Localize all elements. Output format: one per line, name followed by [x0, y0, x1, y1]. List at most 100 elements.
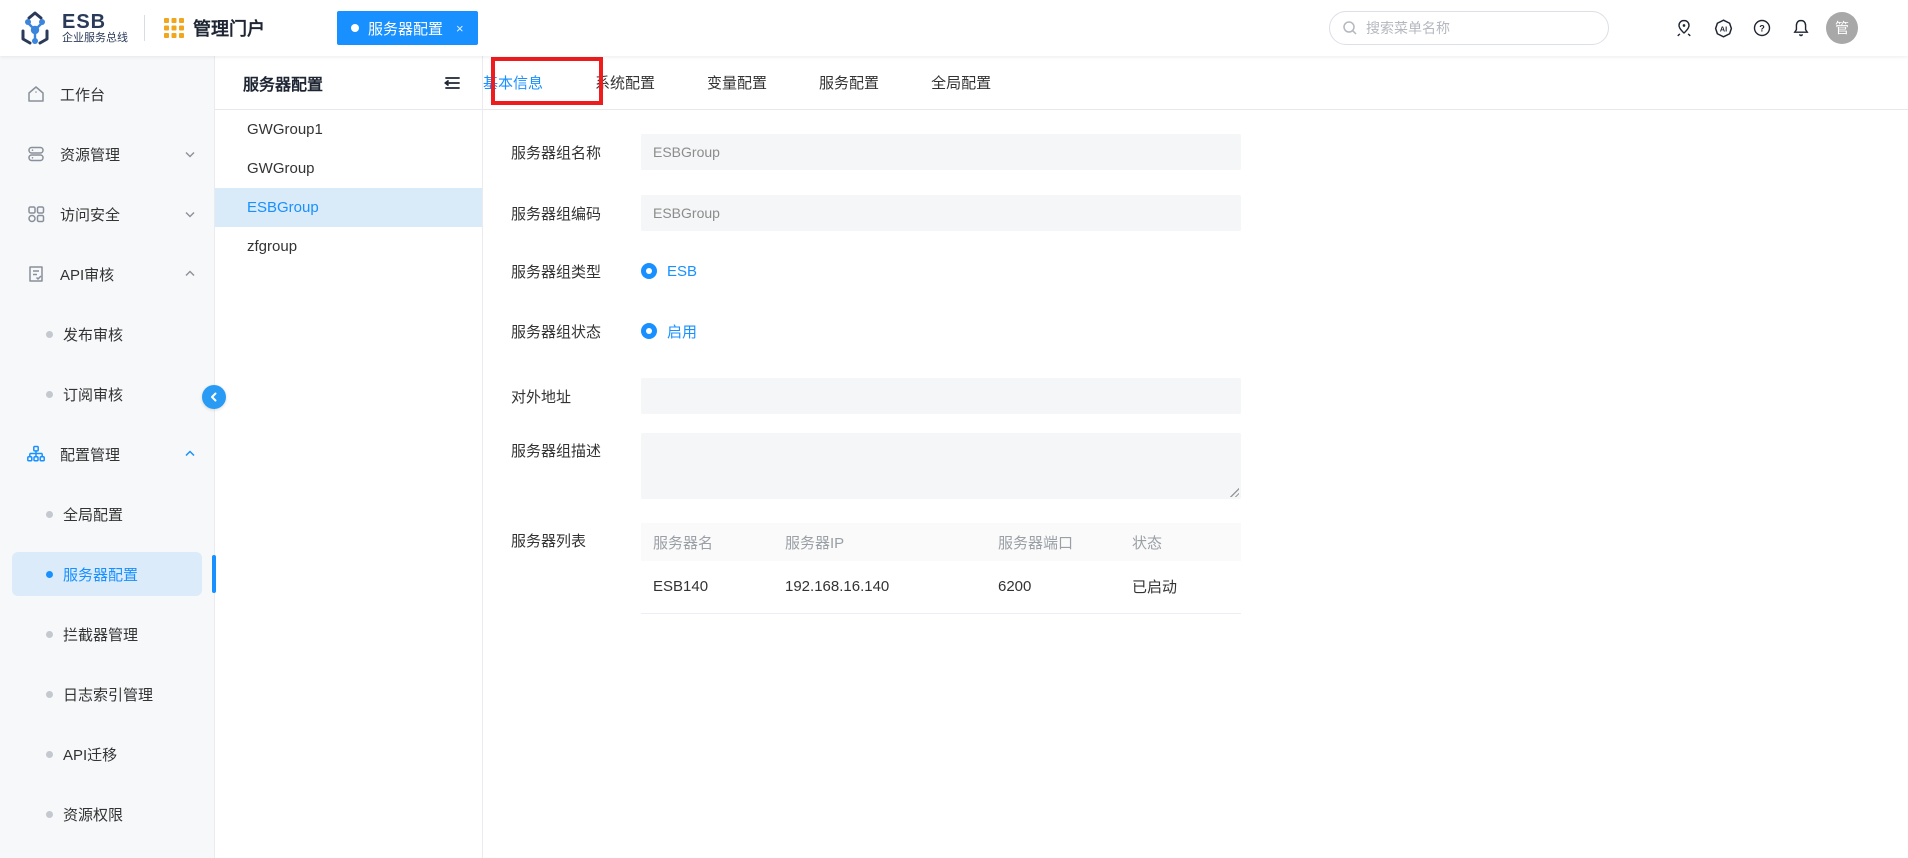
group-item-zfgroup[interactable]: zfgroup: [215, 227, 482, 266]
location-icon[interactable]: [1673, 17, 1695, 39]
sidebar-item-server-config[interactable]: 服务器配置: [12, 552, 216, 596]
cell-server-ip: 192.168.16.140: [773, 561, 986, 614]
header-icon-group: AI ?: [1673, 17, 1812, 39]
sidebar-collapse-button[interactable]: [202, 385, 226, 409]
group-label: GWGroup: [247, 160, 315, 177]
sidebar-item-api-audit[interactable]: API审核: [0, 252, 214, 296]
sidebar-item-resource-permission[interactable]: 资源权限: [12, 792, 202, 836]
col-server-port: 服务器端口: [986, 523, 1120, 561]
sidebar-item-interceptor-management[interactable]: 拦截器管理: [12, 612, 202, 656]
field-label: 服务器组类型: [511, 263, 602, 281]
sidebar-item-publish-audit[interactable]: 发布审核: [12, 312, 202, 356]
panel-header: 服务器配置: [215, 56, 482, 110]
group-description-textarea[interactable]: [641, 433, 1241, 499]
form-row-group-status: 服务器组状态 启用: [511, 316, 1908, 346]
window-tab-server-config[interactable]: 服务器配置 ×: [337, 11, 478, 45]
form-row-group-code: 服务器组编码: [511, 195, 1908, 231]
form-row-external-address: 对外地址: [511, 378, 1908, 414]
sidebar-label: 工作台: [60, 86, 106, 104]
group-code-input[interactable]: [641, 195, 1241, 231]
cell-server-name: ESB140: [641, 561, 773, 614]
tab-global-config[interactable]: 全局配置: [931, 72, 991, 93]
group-label: zfgroup: [247, 238, 298, 255]
home-icon: [26, 84, 46, 104]
col-status: 状态: [1120, 523, 1241, 561]
bullet-dot-icon: [46, 750, 53, 758]
svg-text:AI: AI: [1719, 24, 1726, 33]
help-icon[interactable]: ?: [1751, 17, 1773, 39]
group-item-esbgroup[interactable]: ESBGroup: [215, 188, 482, 227]
external-address-input[interactable]: [641, 378, 1241, 414]
field-label: 服务器列表: [511, 533, 587, 550]
sidebar-item-access-security[interactable]: 访问安全: [0, 192, 214, 236]
tab-service-config[interactable]: 服务配置: [819, 72, 879, 93]
document-check-icon: [26, 264, 46, 284]
sidebar-item-api-migration[interactable]: API迁移: [12, 732, 202, 776]
window-tab-label: 服务器配置: [368, 20, 444, 38]
sidebar-item-workbench[interactable]: 工作台: [0, 72, 214, 116]
header-divider: [144, 15, 145, 41]
table-row: ESB140 192.168.16.140 6200 已启动: [641, 561, 1241, 614]
cell-server-port: 6200: [986, 561, 1120, 614]
tab-variable-config[interactable]: 变量配置: [707, 72, 767, 93]
sidebar-sub-label: 发布审核: [63, 326, 124, 344]
top-bar: ESB 企业服务总线 管理门户 服务器配置 × 搜索菜单名称 AI ? 管: [0, 0, 1908, 56]
chevron-up-icon: [184, 448, 196, 460]
radio-option-label[interactable]: ESB: [667, 263, 697, 280]
user-avatar[interactable]: 管: [1826, 12, 1858, 44]
col-server-ip: 服务器IP: [773, 523, 986, 561]
menu-search-box[interactable]: [1329, 11, 1609, 45]
sidebar-item-global-config[interactable]: 全局配置: [12, 492, 202, 536]
form-row-group-description: 服务器组描述: [511, 433, 1908, 499]
server-stack-icon: [26, 144, 46, 164]
app-grid-icon: [26, 204, 46, 224]
server-list-table: 服务器名 服务器IP 服务器端口 状态 ESB140 192.168.16.14…: [641, 523, 1241, 614]
sidebar-item-subscribe-audit[interactable]: 订阅审核: [12, 372, 202, 416]
sidebar-sub-label: 服务器配置: [63, 566, 139, 584]
field-label: 对外地址: [511, 388, 572, 406]
search-input[interactable]: [1366, 20, 1596, 36]
radio-selected-icon[interactable]: [641, 263, 657, 279]
menu-fold-icon[interactable]: [442, 73, 462, 93]
bullet-dot-icon: [46, 390, 53, 398]
sidebar-sub-label: 资源权限: [63, 806, 124, 824]
org-tree-icon: [26, 444, 46, 464]
sidebar-label: 访问安全: [60, 206, 121, 224]
sidebar-item-log-index-management[interactable]: 日志索引管理: [12, 672, 202, 716]
bullet-dot-icon: [46, 330, 53, 338]
group-label: ESBGroup: [247, 199, 319, 216]
avatar-text: 管: [1835, 20, 1849, 36]
esb-logo-icon: [16, 9, 54, 47]
svg-text:?: ?: [1759, 24, 1765, 34]
basic-info-form: 服务器组名称 服务器组编码 服务器组类型 ESB 服务器组状态 启用: [483, 110, 1908, 614]
ai-assistant-icon[interactable]: AI: [1712, 17, 1734, 39]
tab-basic-info[interactable]: 基本信息: [483, 72, 543, 93]
sidebar-sub-label: 全局配置: [63, 506, 124, 524]
sidebar-item-resources[interactable]: 资源管理: [0, 132, 214, 176]
group-item-gwgroup[interactable]: GWGroup: [215, 149, 482, 188]
cell-status: 已启动: [1120, 561, 1241, 614]
tab-active-dot-icon: [351, 24, 359, 32]
radio-option-label[interactable]: 启用: [667, 321, 697, 342]
page-body: 工作台 资源管理 访问安全 API审核 发布审核 订阅审核 配置管理 全局配置 …: [0, 56, 1908, 858]
tab-system-config[interactable]: 系统配置: [595, 72, 655, 93]
app-root: ESB 企业服务总线 管理门户 服务器配置 × 搜索菜单名称 AI ? 管 工作…: [0, 0, 1908, 858]
sidebar-label: API审核: [60, 266, 115, 284]
panel-title: 服务器配置: [243, 76, 324, 94]
bullet-dot-icon: [46, 630, 53, 638]
bullet-dot-icon: [46, 510, 53, 518]
search-icon: [1342, 20, 1358, 36]
logo-title: ESB: [62, 10, 107, 33]
sidebar-item-config-management[interactable]: 配置管理: [0, 432, 214, 476]
col-server-name: 服务器名: [641, 523, 773, 561]
field-label: 服务器组状态: [511, 323, 602, 341]
tab-close-icon[interactable]: ×: [456, 21, 464, 36]
table-header-row: 服务器名 服务器IP 服务器端口 状态: [641, 523, 1241, 561]
logo-subtitle: 企业服务总线: [62, 31, 128, 44]
group-name-input[interactable]: [641, 134, 1241, 170]
notifications-bell-icon[interactable]: [1790, 17, 1812, 39]
form-row-group-type: 服务器组类型 ESB: [511, 256, 1908, 286]
radio-selected-icon[interactable]: [641, 323, 657, 339]
group-item-gwgroup1[interactable]: GWGroup1: [215, 110, 482, 149]
sidebar-sub-label: API迁移: [63, 746, 118, 764]
